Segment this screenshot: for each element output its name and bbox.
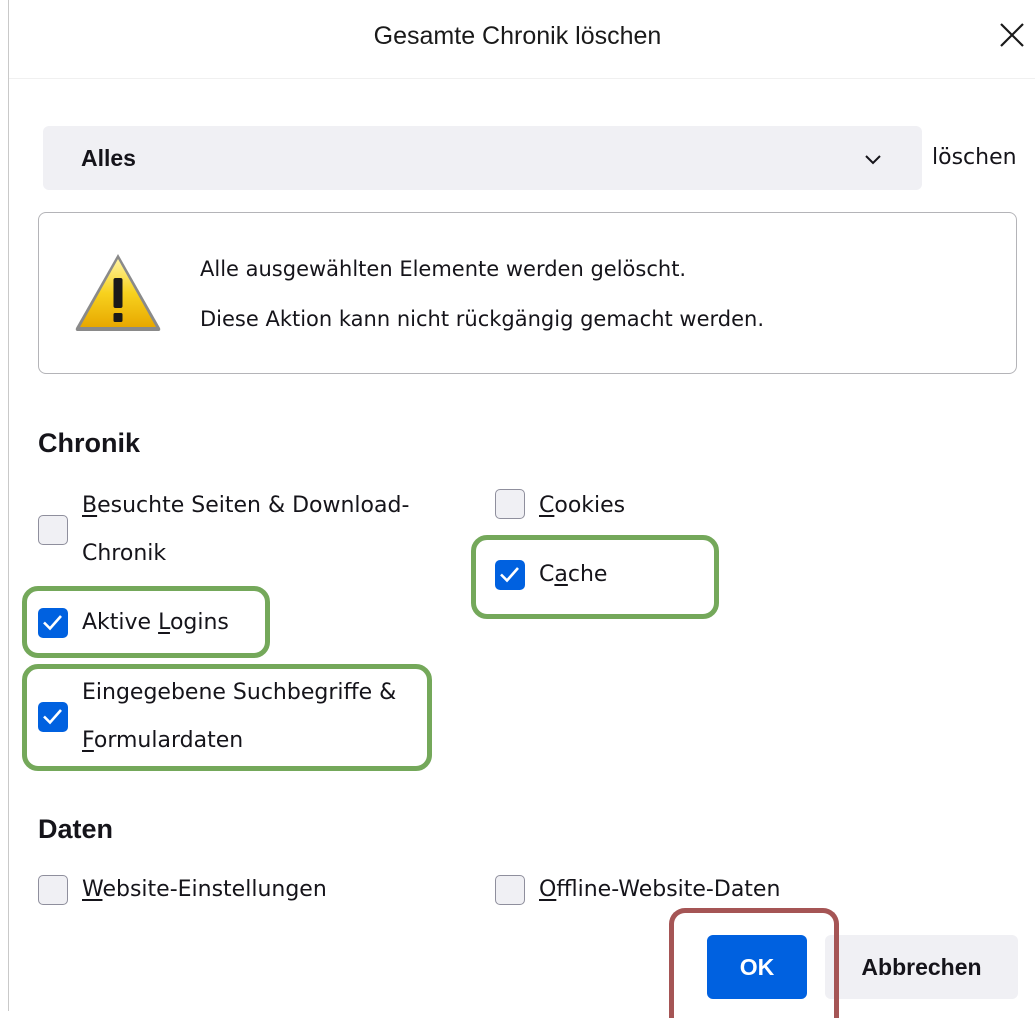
checkmark-icon: [500, 567, 519, 583]
cache-checkbox-label[interactable]: Cache: [539, 551, 607, 599]
time-range-dropdown[interactable]: Alles: [43, 126, 922, 190]
form-data-label-rest: ormulardaten: [93, 728, 244, 753]
form-data-label-line1: Eingegebene Suchbegriffe &: [82, 680, 397, 705]
warning-text-line2: Diese Aktion kann nicht rückgängig gemac…: [200, 307, 765, 331]
cache-checkbox[interactable]: [495, 560, 525, 590]
warning-text-line1: Alle ausgewählten Elemente werden gelösc…: [200, 257, 687, 281]
chevron-down-icon: [865, 155, 881, 165]
history-label-rest: esuchte Seiten & Download-: [97, 493, 410, 518]
form-data-checkbox-label[interactable]: Eingegebene Suchbegriffe & Formulardaten: [82, 669, 396, 765]
cookies-checkbox[interactable]: [495, 489, 525, 519]
warning-box: [38, 212, 1017, 374]
offline-data-checkbox-label[interactable]: Offline-Website-Daten: [539, 866, 780, 914]
history-section-heading: Chronik: [38, 428, 141, 458]
time-range-suffix: löschen: [932, 145, 1017, 170]
checkmark-icon: [43, 615, 62, 631]
time-range-value: Alles: [81, 145, 136, 171]
access-key: a: [554, 562, 568, 587]
close-icon: [1000, 23, 1024, 47]
clear-history-dialog: Gesamte Chronik löschen Alles löschen Al…: [0, 0, 1035, 1018]
history-checkbox[interactable]: [38, 515, 68, 545]
ok-button[interactable]: OK: [707, 935, 807, 999]
title-separator: [9, 78, 1035, 79]
active-logins-checkbox-label[interactable]: Aktive Logins: [82, 599, 229, 647]
active-logins-label-start: Aktive: [82, 610, 159, 635]
history-checkbox-label[interactable]: Besuchte Seiten & Download- Chronik: [82, 482, 409, 578]
warning-icon: [75, 254, 161, 331]
site-settings-label-rest: ebsite-Einstellungen: [102, 877, 327, 902]
window-border: [8, 0, 9, 1011]
offline-data-checkbox[interactable]: [495, 875, 525, 905]
offline-data-label-rest: ffline-Website-Daten: [556, 877, 781, 902]
close-button[interactable]: [995, 18, 1029, 52]
access-key: O: [539, 877, 557, 902]
cache-label-rest: che: [567, 562, 608, 587]
cache-label-start: C: [539, 562, 555, 587]
access-key: C: [539, 493, 555, 518]
history-label-line2: Chronik: [82, 541, 167, 566]
access-key: B: [82, 493, 98, 518]
access-key: W: [82, 877, 103, 902]
cookies-checkbox-label[interactable]: Cookies: [539, 482, 625, 530]
checkmark-icon: [43, 709, 62, 725]
active-logins-checkbox[interactable]: [38, 608, 68, 638]
site-settings-checkbox-label[interactable]: Website-Einstellungen: [82, 866, 327, 914]
cookies-label-rest: ookies: [554, 493, 626, 518]
access-key: F: [82, 728, 94, 753]
cancel-button[interactable]: Abbrechen: [825, 935, 1018, 999]
active-logins-label-rest: ogins: [169, 610, 229, 635]
site-settings-checkbox[interactable]: [38, 875, 68, 905]
data-section-heading: Daten: [38, 814, 114, 844]
access-key: L: [158, 610, 170, 635]
dialog-title: Gesamte Chronik löschen: [373, 22, 662, 50]
form-data-checkbox[interactable]: [38, 702, 68, 732]
